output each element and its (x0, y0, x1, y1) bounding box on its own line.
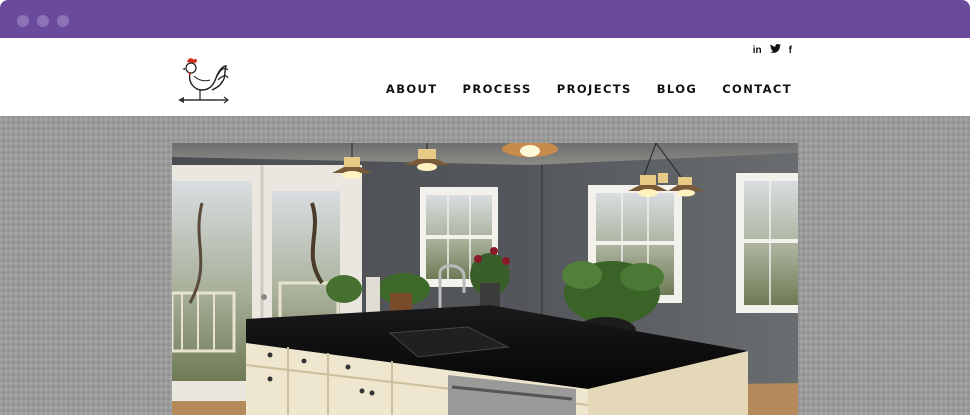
window-dot[interactable] (17, 15, 29, 27)
kitchen-interior-photo (172, 143, 798, 415)
nav-contact[interactable]: CONTACT (722, 82, 792, 96)
browser-title-bar (0, 0, 970, 38)
twitter-icon[interactable] (769, 44, 781, 56)
window-dot[interactable] (37, 15, 49, 27)
main-nav: ABOUT PROCESS PROJECTS BLOG CONTACT (386, 82, 792, 96)
nav-projects[interactable]: PROJECTS (557, 82, 632, 96)
rooster-weathervane-icon[interactable] (176, 52, 232, 108)
facebook-icon[interactable]: f (789, 45, 792, 56)
nav-process[interactable]: PROCESS (463, 82, 532, 96)
nav-blog[interactable]: BLOG (657, 82, 698, 96)
window-dot[interactable] (57, 15, 69, 27)
linkedin-icon[interactable]: in (753, 45, 762, 56)
social-links: in f (753, 44, 792, 56)
site-header: in f ABOUT PROCESS PROJECTS BLOG CONTACT (0, 38, 970, 116)
nav-about[interactable]: ABOUT (386, 82, 438, 96)
